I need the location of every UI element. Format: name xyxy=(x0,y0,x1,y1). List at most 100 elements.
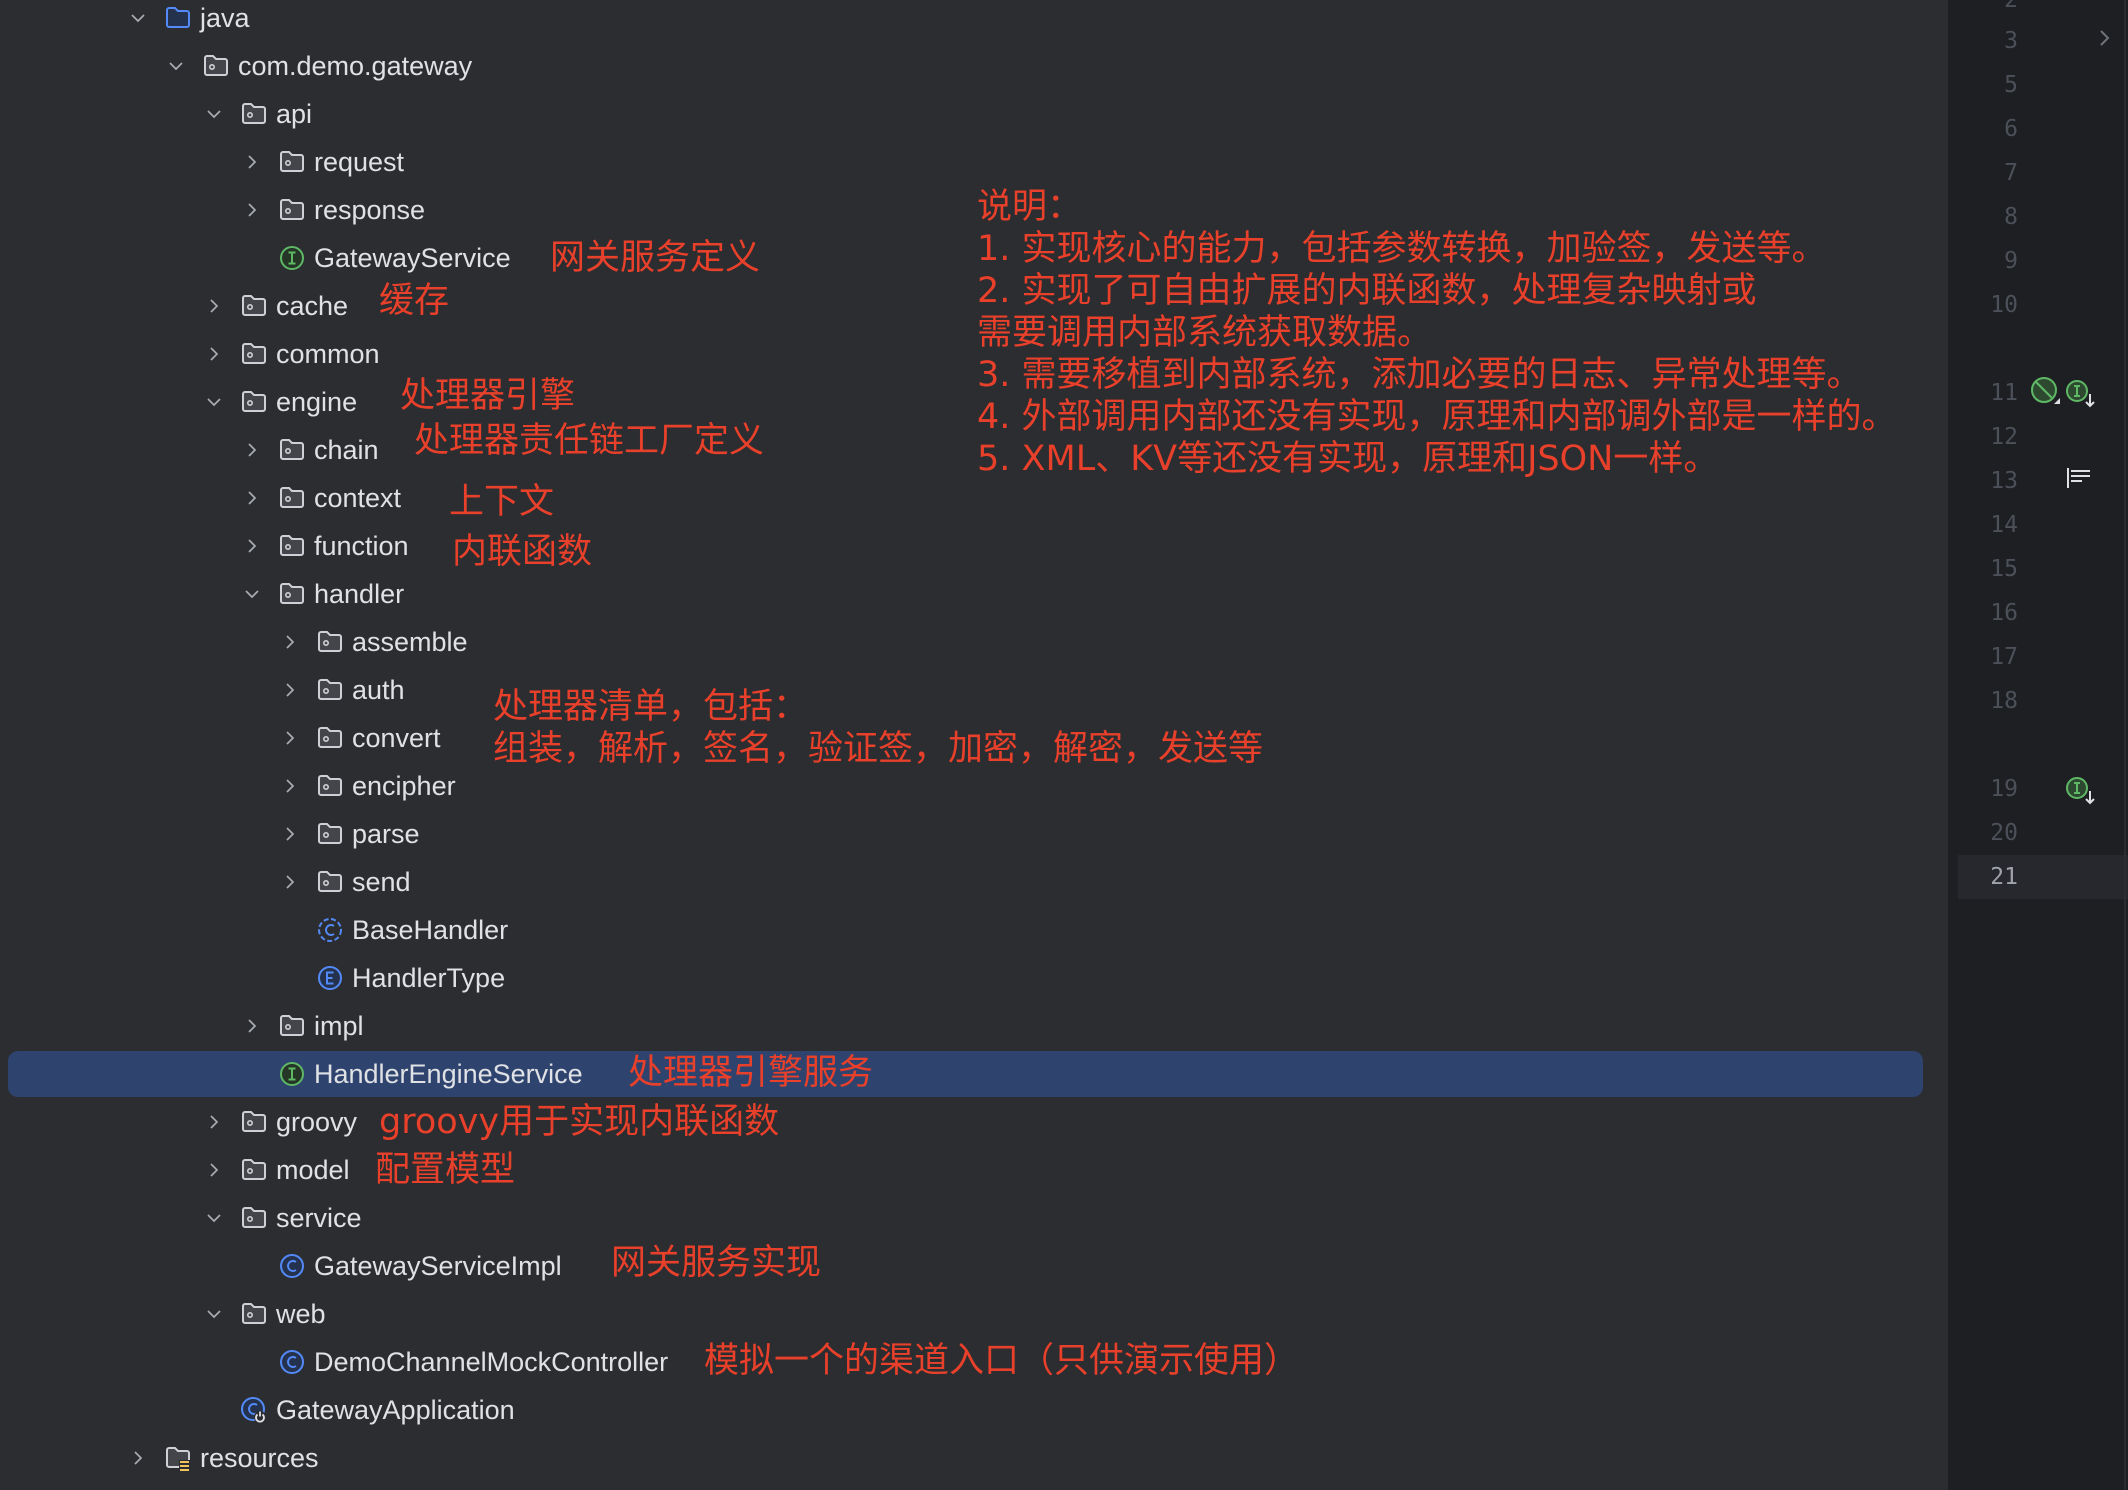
tree-row-service[interactable]: service xyxy=(0,1194,1948,1242)
tree-row-groovy[interactable]: groovy xyxy=(0,1098,1948,1146)
tree-row-context[interactable]: context xyxy=(0,474,1948,522)
package-icon xyxy=(315,810,345,858)
chevron-down-icon[interactable] xyxy=(202,90,226,138)
chevron-down-icon[interactable] xyxy=(240,570,264,618)
line-number: 17 xyxy=(1990,644,2018,670)
annotation-model: 配置模型 xyxy=(375,1150,516,1190)
notes-line-1: 1. 实现核心的能力，包括参数转换，加验签，发送等。 xyxy=(977,229,1827,269)
chevron-right-icon[interactable] xyxy=(240,522,264,570)
tree-row-request[interactable]: request xyxy=(0,138,1948,186)
package-icon xyxy=(277,138,307,186)
implemented-interface-icon[interactable] xyxy=(2066,380,2096,415)
annotation-handler-list-line2: 组装，解析，签名，验证签，加密，解密，发送等 xyxy=(493,729,1264,769)
annotation-gateway-service: 网关服务定义 xyxy=(550,238,761,278)
tree-row-gatewayserviceimpl[interactable]: GatewayServiceImpl xyxy=(0,1242,1948,1290)
tree-item-label: cache xyxy=(276,291,349,321)
tree-row-handlertype[interactable]: HandlerType xyxy=(0,954,1948,1002)
chevron-right-icon[interactable] xyxy=(240,186,264,234)
chevron-right-icon[interactable] xyxy=(202,282,226,330)
line-number: 15 xyxy=(1990,556,2018,582)
line-number: 16 xyxy=(1990,600,2018,626)
tree-row-send[interactable]: send xyxy=(0,858,1948,906)
chevron-right-icon[interactable] xyxy=(202,1098,226,1146)
tree-item-label: function xyxy=(314,531,409,561)
line-number: 6 xyxy=(2004,116,2018,142)
fold-chevron-icon[interactable] xyxy=(2098,28,2112,53)
chevron-right-icon[interactable] xyxy=(278,666,302,714)
tree-row-basehandler[interactable]: BaseHandler xyxy=(0,906,1948,954)
notes-line-2: 2. 实现了可自由扩展的内联函数，处理复杂映射或 xyxy=(977,271,1757,311)
tree-row-impl[interactable]: impl xyxy=(0,1002,1948,1050)
chevron-down-icon[interactable] xyxy=(202,1290,226,1338)
tree-row-java[interactable]: java xyxy=(0,0,1948,42)
package-icon xyxy=(315,666,345,714)
tree-item-label: HandlerEngineService xyxy=(314,1059,583,1089)
chevron-right-icon[interactable] xyxy=(240,1002,264,1050)
tree-item-label: groovy xyxy=(276,1107,358,1137)
annotation-engine: 处理器引擎 xyxy=(400,376,576,416)
line-number: 5 xyxy=(2004,72,2018,98)
chevron-right-icon[interactable] xyxy=(278,618,302,666)
tree-item-label: HandlerType xyxy=(352,963,506,993)
tree-row-auth[interactable]: auth xyxy=(0,666,1948,714)
annotation-handler-list-line1: 处理器清单，包括： xyxy=(493,687,809,727)
line-number: 8 xyxy=(2004,204,2018,230)
chevron-right-icon[interactable] xyxy=(240,426,264,474)
tree-item-label: handler xyxy=(314,579,405,609)
package-icon xyxy=(239,1146,269,1194)
tree-item-label: service xyxy=(276,1203,362,1233)
interface-icon xyxy=(277,234,307,282)
chevron-right-icon[interactable] xyxy=(202,330,226,378)
chevron-right-icon[interactable] xyxy=(278,762,302,810)
tree-row-assemble[interactable]: assemble xyxy=(0,618,1948,666)
package-icon xyxy=(277,474,307,522)
package-icon xyxy=(239,1194,269,1242)
annotation-cache: 缓存 xyxy=(379,281,450,321)
tree-row-handlerengineservice[interactable]: HandlerEngineService xyxy=(0,1050,1948,1098)
tree-item-label: send xyxy=(352,867,411,897)
implemented-method-icon[interactable] xyxy=(2066,777,2096,812)
tree-row-gatewayapplication[interactable]: GatewayApplication xyxy=(0,1386,1948,1434)
line-number: 21 xyxy=(1990,864,2018,890)
tree-item-label: request xyxy=(314,147,405,177)
line-number: 13 xyxy=(1990,468,2018,494)
chevron-right-icon[interactable] xyxy=(240,138,264,186)
annotation-chain: 处理器责任链工厂定义 xyxy=(414,421,765,461)
chevron-down-icon[interactable] xyxy=(202,1194,226,1242)
package-icon xyxy=(239,1290,269,1338)
line-number: 10 xyxy=(1990,292,2018,318)
chevron-down-icon[interactable] xyxy=(126,0,150,42)
tree-row-function[interactable]: function xyxy=(0,522,1948,570)
chevron-down-icon[interactable] xyxy=(202,378,226,426)
no-implementation-icon[interactable] xyxy=(2030,376,2062,413)
tree-row-handler[interactable]: handler xyxy=(0,570,1948,618)
resources-folder-icon xyxy=(163,1434,193,1482)
package-icon xyxy=(277,426,307,474)
tree-item-label: context xyxy=(314,483,402,513)
annotation-handler-engine-service: 处理器引擎服务 xyxy=(628,1053,874,1093)
tree-row-com-demo-gateway[interactable]: com.demo.gateway xyxy=(0,42,1948,90)
tree-row-model[interactable]: model xyxy=(0,1146,1948,1194)
tree-row-resources[interactable]: resources xyxy=(0,1434,1948,1482)
line-number: 9 xyxy=(2004,248,2018,274)
tree-row-parse[interactable]: parse xyxy=(0,810,1948,858)
notes-line-3: 3. 需要移植到内部系统，添加必要的日志、异常处理等。 xyxy=(977,355,1862,395)
chevron-right-icon[interactable] xyxy=(278,810,302,858)
line-number: 18 xyxy=(1990,688,2018,714)
chevron-right-icon[interactable] xyxy=(278,714,302,762)
package-icon xyxy=(239,282,269,330)
structure-icon[interactable] xyxy=(2066,468,2092,495)
tree-row-api[interactable]: api xyxy=(0,90,1948,138)
chevron-down-icon[interactable] xyxy=(164,42,188,90)
tree-item-label: model xyxy=(276,1155,350,1185)
annotation-demo-controller: 模拟一个的渠道入口（只供演示使用） xyxy=(704,1341,1300,1381)
package-icon xyxy=(315,858,345,906)
chevron-right-icon[interactable] xyxy=(126,1434,150,1482)
chevron-right-icon[interactable] xyxy=(240,474,264,522)
chevron-right-icon[interactable] xyxy=(202,1146,226,1194)
editor-gutter: 2 3 5 6 7 8 9 10 11 12 13 14 15 16 17 18 19 20 21 xyxy=(1948,0,2128,1490)
tree-row-web[interactable]: web xyxy=(0,1290,1948,1338)
chevron-right-icon[interactable] xyxy=(278,858,302,906)
line-number: 12 xyxy=(1990,424,2018,450)
line-number: 7 xyxy=(2004,160,2018,186)
